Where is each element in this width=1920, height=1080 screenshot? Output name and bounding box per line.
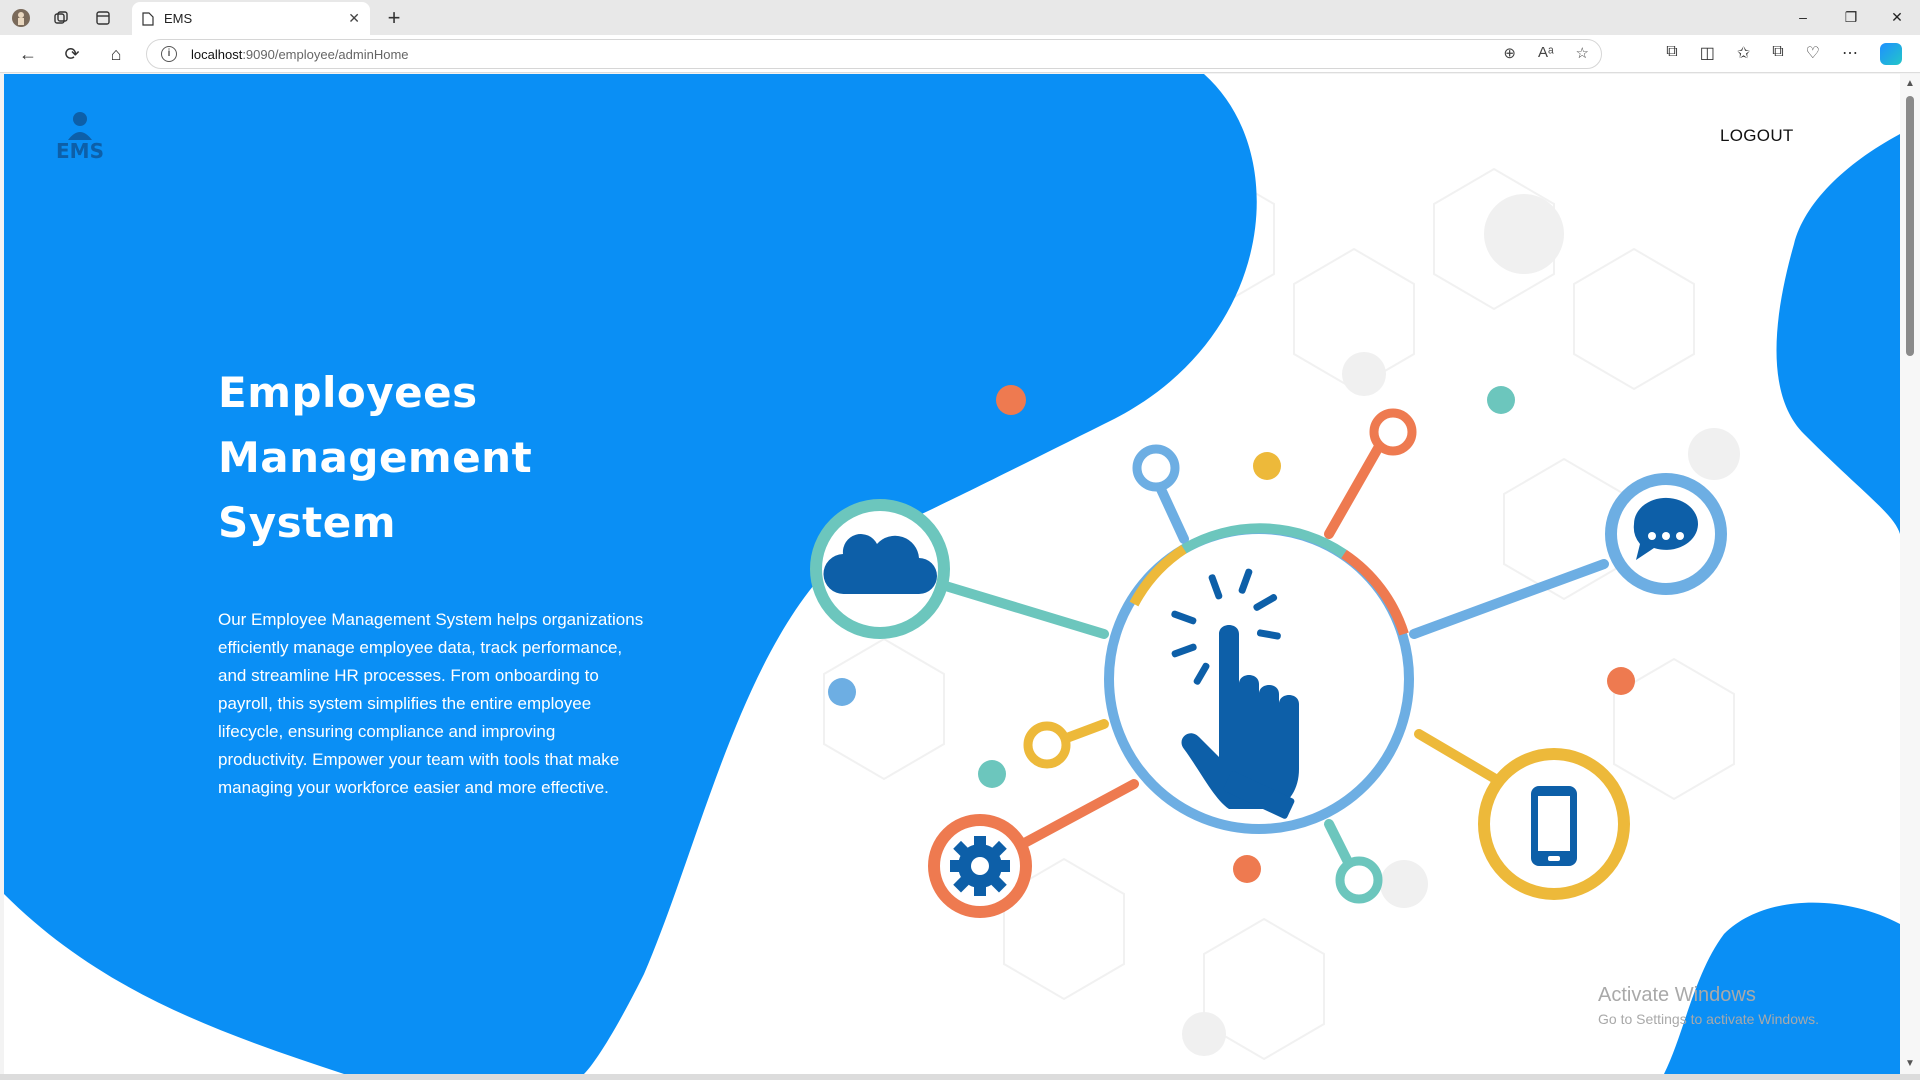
- restore-icon[interactable]: ❐: [1828, 0, 1874, 34]
- scroll-up-icon[interactable]: ▲: [1905, 78, 1915, 89]
- minimize-icon[interactable]: –: [1780, 0, 1826, 34]
- hero-title-line-2: Management: [218, 433, 533, 482]
- watermark-title: Activate Windows: [1598, 984, 1756, 1006]
- page-icon: [142, 11, 154, 26]
- url-field[interactable]: i localhost:9090/employee/adminHome ⊕ Aᵃ…: [146, 39, 1602, 69]
- home-icon[interactable]: ⌂: [102, 40, 130, 68]
- close-tab-icon[interactable]: ✕: [348, 10, 360, 27]
- browser-tab-bar: EMS ✕ + – ❐ ✕: [0, 0, 1920, 35]
- browser-tab-active[interactable]: EMS ✕: [132, 2, 370, 35]
- window-bottom-edge: [0, 1074, 1920, 1080]
- profile-icon[interactable]: [8, 5, 34, 31]
- logout-link[interactable]: LOGOUT: [1720, 126, 1794, 146]
- tab-title: EMS: [164, 11, 193, 26]
- tab-actions-icon[interactable]: [90, 5, 116, 31]
- new-tab-button[interactable]: +: [380, 4, 408, 32]
- site-info-icon[interactable]: i: [161, 46, 177, 62]
- window-close-icon[interactable]: ✕: [1874, 0, 1920, 34]
- hero-title: Employees Management System: [218, 360, 638, 555]
- favorite-star-icon[interactable]: ☆: [1576, 44, 1589, 62]
- watermark-subtitle: Go to Settings to activate Windows.: [1598, 1011, 1819, 1027]
- logo-text: EMS: [56, 139, 104, 162]
- browser-address-bar: ← ⟳ ⌂ i localhost:9090/employee/adminHom…: [0, 35, 1920, 73]
- hero-description: Our Employee Management System helps org…: [218, 610, 644, 797]
- scroll-thumb[interactable]: [1906, 96, 1914, 356]
- read-aloud-icon[interactable]: Aᵃ: [1538, 44, 1554, 62]
- split-screen-icon[interactable]: ◫: [1700, 43, 1715, 65]
- hero-title-line-3: System: [218, 498, 396, 547]
- url-path: :9090/employee/adminHome: [242, 46, 409, 62]
- page-scrollbar[interactable]: ▲ ▼: [1900, 74, 1920, 1074]
- copilot-icon[interactable]: [1880, 43, 1902, 65]
- background-shapes: [4, 74, 1900, 1074]
- back-icon[interactable]: ←: [14, 40, 42, 68]
- url-host: localhost: [191, 46, 243, 62]
- browser-essentials-icon[interactable]: ♡: [1806, 43, 1820, 65]
- more-options-icon[interactable]: ⋯: [1842, 43, 1858, 65]
- workspaces-icon[interactable]: [48, 5, 74, 31]
- favorites-icon[interactable]: ✩: [1737, 43, 1750, 65]
- refresh-icon[interactable]: ⟳: [58, 40, 86, 68]
- scroll-down-icon[interactable]: ▼: [1905, 1058, 1915, 1069]
- collections-icon[interactable]: ⧉: [1772, 43, 1783, 65]
- hero-title-line-1: Employees: [218, 368, 478, 417]
- zoom-icon[interactable]: ⊕: [1503, 44, 1516, 62]
- page-viewport: EMS LOGOUT Employees Management System O…: [4, 74, 1900, 1074]
- url-text[interactable]: localhost:9090/employee/adminHome: [191, 47, 409, 62]
- extensions-icon[interactable]: ⧉: [1666, 43, 1677, 65]
- activate-windows-watermark: Activate Windows Go to Settings to activ…: [1598, 984, 1819, 1027]
- ems-logo[interactable]: EMS: [50, 110, 110, 162]
